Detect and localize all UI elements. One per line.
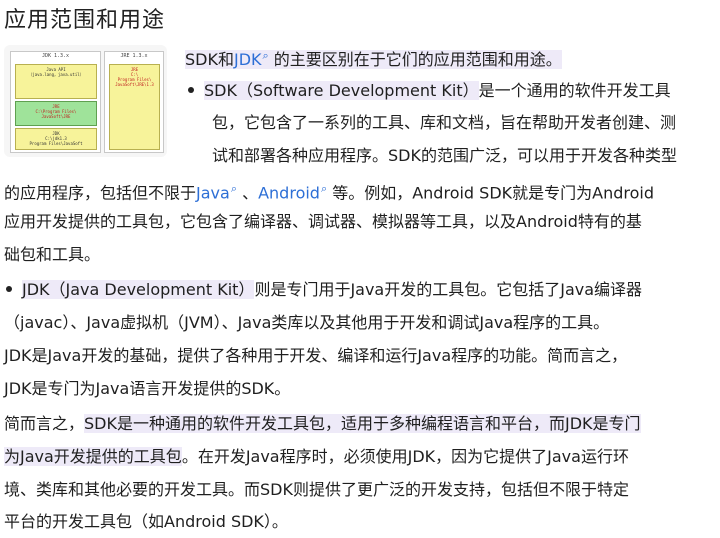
para1-sep: 、 [242,183,259,203]
intro-line: SDK和JDK⌕ 的主要区别在于它们的应用范围和用途。 [185,40,562,76]
para2-text1: 则是专门用于Java开发的工具包。它包括了Java编译器 [254,280,643,299]
jre-box: JRE C:\Program Files\ JavaSoft\JRE [15,101,97,126]
jdk-jre-structure-image[interactable]: JDK 1.3.x Java API （java.lang，java.util）… [4,45,167,157]
jdk-box: JDK C:\jdk1.3 Program Files\JavaSoft [15,128,97,150]
java-link[interactable]: Java [196,183,230,202]
intro-sdk: SDK [185,50,218,70]
para2-line4: JDK是专门为Java语言开发提供的SDK。 [4,379,291,398]
jre-only-box: JRE C:\ Program Files\ JavaSoft\JRE\1.3 [109,64,160,150]
page: 应用范围和用途 JDK 1.3.x Java API （java.lang，ja… [0,0,720,538]
summary-line3: 境、类库和其他必要的开发工具。而SDK则提供了更广泛的开发支持，包括但不限于特定 [4,480,629,499]
intro-rest: 的主要区别在于它们的应用范围和用途。 [273,50,562,70]
java-search-icon[interactable]: ⌕ [231,182,237,195]
para1-text4b: 等。例如，Android SDK就是专门为Android [332,183,654,203]
jre-caption: JRE 1.3.x [120,53,148,59]
jre-text: JRE C:\Program Files\ JavaSoft\JRE [35,104,77,119]
summary-line1: 简而言之，SDK是一种通用的软件开发工具包，适用于多种编程语言和平台，而JDK是… [4,408,641,440]
bullet-icon [6,285,12,292]
jdk-term: JDK（Java Development Kit） [22,280,255,299]
jdk-caption: JDK 1.3.x [41,53,70,59]
jre-panel: JRE 1.3.x JRE C:\ Program Files\ JavaSof… [104,51,164,153]
java-api-box: Java API （java.lang，java.util） [15,64,97,99]
para1-line1: SDK（Software Development Kit）是一个通用的软件开发工… [188,75,671,107]
para1-text1: 是一个通用的软件开发工具 [478,81,671,100]
java-api-text: Java API （java.lang，java.util） [28,67,84,77]
summary-line2: 为Java开发提供的工具包。在开发Java程序时，必须使用JDK，因为它提供了J… [4,441,629,473]
para1-line4: 的应用程序，包括但不限于Java⌕ 、Android⌕ 等。例如，Android… [4,173,654,209]
jdk-search-icon[interactable]: ⌕ [263,49,269,62]
summary-line4: 平台的开发工具包（如Android SDK）。 [4,512,288,531]
jdk-text: JDK C:\jdk1.3 Program Files\JavaSoft [29,131,83,146]
para1-text4a: 的应用程序，包括但不限于 [4,183,197,203]
sdk-term: SDK（Software Development Kit） [204,81,479,100]
summary-text2a: 为Java开发提供的工具包 [4,447,182,466]
para2-line1: JDK（Java Development Kit）则是专门用于Java开发的工具… [6,274,642,306]
bullet-icon [188,86,194,93]
jre-only-text: JRE C:\ Program Files\ JavaSoft\JRE\1.3 [115,67,154,87]
para1-line6: 础包和工具。 [4,245,101,264]
android-link[interactable]: Android [258,183,320,202]
para2-line2: （javac）、Java虚拟机（JVM）、Java类库以及其他用于开发和调试Ja… [4,313,610,332]
summary-text1b: SDK是一种通用的软件开发工具包，适用于多种编程语言和平台，而JDK是专门 [84,414,641,433]
android-search-icon[interactable]: ⌕ [321,182,327,195]
para1-line2: 包，它包含了一系列的工具、库和文档，旨在帮助开发者创建、测 [212,113,677,132]
jdk-link[interactable]: JDK [234,50,262,69]
jdk-panel: JDK 1.3.x Java API （java.lang，java.util）… [10,51,101,153]
summary-text2b: 。在开发Java程序时，必须使用JDK，因为它提供了Java运行环 [181,447,629,466]
section-heading: 应用范围和用途 [4,8,166,33]
para1-line5: 应用开发提供的工具包，它包含了编译器、调试器、模拟器等工具，以及Android特… [4,212,642,231]
para1-line3: 试和部署各种应用程序。SDK的范围广泛，可以用于开发各种类型 [212,146,677,165]
para2-line3: JDK是Java开发的基础，提供了各种用于开发、编译和运行Java程序的功能。简… [4,346,628,365]
intro-and: 和 [217,50,234,70]
summary-text1a: 简而言之， [4,414,85,433]
